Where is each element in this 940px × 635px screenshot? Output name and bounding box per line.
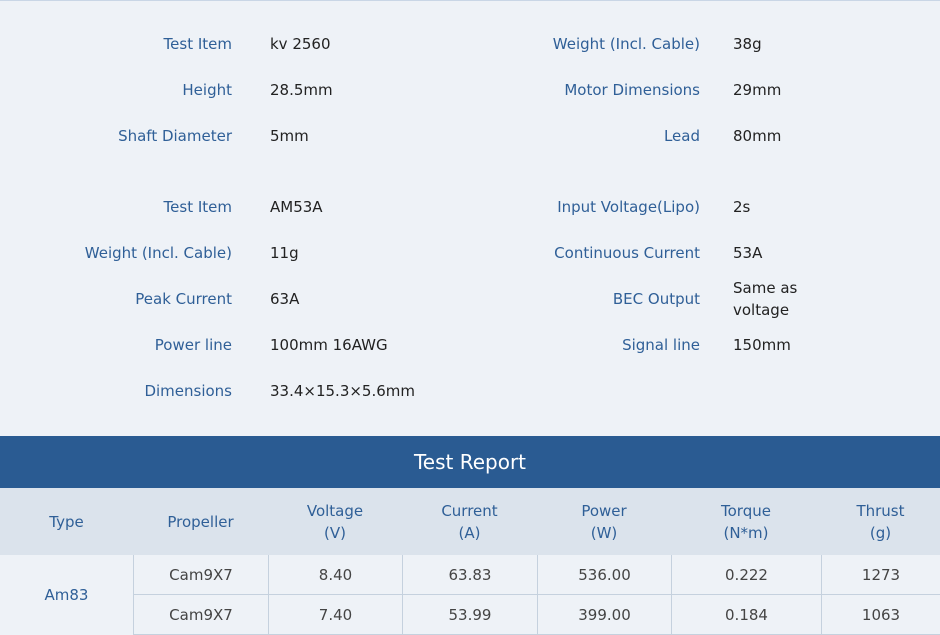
spec-label-weight: Weight (Incl. Cable) [552, 35, 700, 53]
spec-value-bec-output: Same as voltage [733, 279, 798, 319]
cell-voltage: 7.40 [268, 595, 402, 635]
column-header-type: Type [0, 488, 133, 555]
column-header-label: Voltage [306, 501, 364, 520]
spec-label-continuous-current: Continuous Current [554, 244, 700, 262]
table-row: Cam9X7 7.40 53.99 399.00 0.184 1063 [133, 595, 940, 635]
spec-value-weight: 38g [733, 35, 762, 53]
column-header-thrust: Thrust (g) [821, 488, 940, 555]
spec-label-input-voltage: Input Voltage(Lipo) [557, 198, 700, 216]
spec-section: Test Item kv 2560 Weight (Incl. Cable) 3… [0, 0, 940, 436]
column-header-unit: (W) [590, 523, 618, 542]
column-header-unit: (A) [458, 523, 481, 542]
column-header-power: Power (W) [537, 488, 671, 555]
column-header-unit: (g) [869, 523, 892, 542]
spec-label-dimensions: Dimensions [144, 382, 232, 400]
column-header-unit: (V) [324, 523, 346, 542]
column-header-label: Propeller [167, 512, 234, 531]
column-header-label: Type [49, 512, 84, 531]
cell-propeller: Cam9X7 [133, 555, 268, 595]
test-report-title: Test Report [0, 436, 940, 488]
spec-label-motor-dimensions: Motor Dimensions [564, 81, 700, 99]
spec-label-bec-output: BEC Output [612, 290, 700, 308]
table-row: Cam9X7 8.40 63.83 536.00 0.222 1273 [133, 555, 940, 595]
cell-current: 53.99 [402, 595, 537, 635]
type-cell: Am83 [0, 555, 133, 635]
spec-value-lead: 80mm [733, 127, 782, 145]
spec-value-dimensions: 33.4×15.3×5.6mm [270, 382, 416, 400]
cell-torque: 0.222 [671, 555, 821, 595]
column-header-propeller: Propeller [133, 488, 268, 555]
spec-label-lead: Lead [663, 127, 700, 145]
column-header-voltage: Voltage (V) [268, 488, 402, 555]
cell-power: 536.00 [537, 555, 671, 595]
spec-value-signal-line: 150mm [733, 336, 791, 354]
cell-power: 399.00 [537, 595, 671, 635]
cell-thrust: 1273 [821, 555, 940, 595]
table-header: Type Propeller Voltage (V) Current (A) P… [0, 488, 940, 555]
column-header-label: Torque [721, 501, 771, 520]
test-report-table: Type Propeller Voltage (V) Current (A) P… [0, 488, 940, 635]
cell-propeller: Cam9X7 [133, 595, 268, 635]
column-header-label: Current [441, 501, 498, 520]
column-header-unit: (N*m) [723, 523, 769, 542]
column-header-label: Power [581, 501, 627, 520]
spec-label-signal-line: Signal line [622, 336, 700, 354]
column-header-torque: Torque (N*m) [671, 488, 821, 555]
spec-value-continuous-current: 53A [733, 244, 763, 262]
column-header-current: Current (A) [402, 488, 537, 555]
cell-torque: 0.184 [671, 595, 821, 635]
cell-voltage: 8.40 [268, 555, 402, 595]
cell-thrust: 1063 [821, 595, 940, 635]
spec-value-motor-dimensions: 29mm [733, 81, 782, 99]
column-header-label: Thrust [856, 501, 905, 520]
spec-value-input-voltage: 2s [733, 198, 751, 216]
cell-current: 63.83 [402, 555, 537, 595]
